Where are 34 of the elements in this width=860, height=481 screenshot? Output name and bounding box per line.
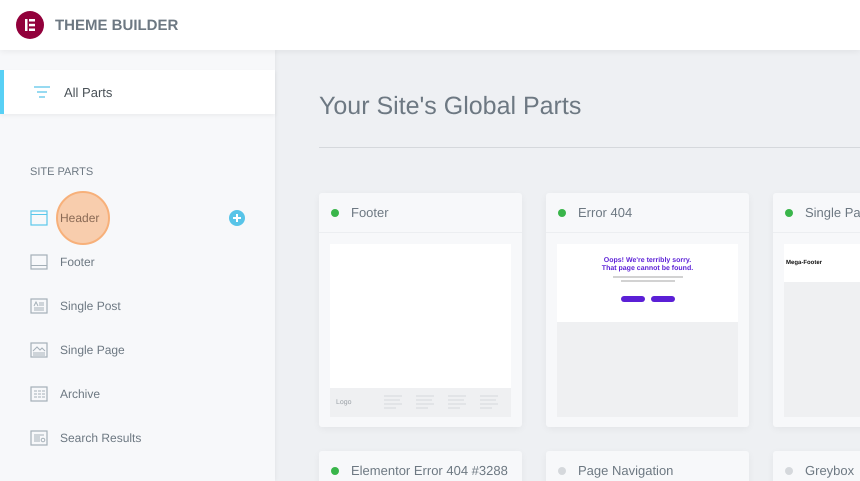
- sidebar-item[interactable]: Footer: [60, 255, 95, 269]
- pill-shape: [650, 296, 674, 302]
- part-card[interactable]: Page Navigation: [546, 451, 749, 481]
- card-title: Page Navigation: [578, 463, 674, 478]
- window-icon: [30, 209, 48, 227]
- footer-layout-icon: [30, 253, 48, 271]
- text-layout-icon: [30, 297, 48, 315]
- sidebar-item[interactable]: Single Post: [60, 299, 121, 313]
- card-title: Greybox: [805, 463, 854, 478]
- sidebar-item[interactable]: Single Page: [60, 343, 125, 357]
- text-lines-icon: [612, 276, 682, 284]
- grid-layout-icon: [30, 385, 48, 403]
- filter-icon: [34, 86, 50, 98]
- text-lines-icon: [384, 394, 404, 412]
- part-card[interactable]: Greybox: [773, 451, 860, 481]
- card-title: Elementor Error 404 #3288: [351, 463, 508, 478]
- search-layout-icon: [30, 429, 48, 447]
- pill-shape: [620, 296, 644, 302]
- all-parts-tab[interactable]: All Parts: [0, 70, 275, 114]
- part-card[interactable]: Elementor Error 404 #3288: [319, 451, 522, 481]
- card-title: Footer: [351, 205, 389, 220]
- text-lines-icon: [448, 394, 468, 412]
- card-title: Error 404: [578, 205, 632, 220]
- sidebar-item[interactable]: Header: [60, 211, 100, 225]
- image-layout-icon: [30, 341, 48, 359]
- page-title: Your Site's Global Parts: [319, 92, 582, 121]
- add-icon[interactable]: [229, 210, 245, 226]
- sidebar-item[interactable]: Search Results: [60, 431, 142, 445]
- sidebar-item[interactable]: Archive: [60, 387, 100, 401]
- text-lines-icon: [416, 394, 436, 412]
- text-lines-icon: [480, 394, 500, 412]
- app-title: THEME BUILDER: [55, 16, 178, 34]
- section-title: SITE PARTS: [29, 165, 94, 178]
- logo-icon: [16, 11, 44, 39]
